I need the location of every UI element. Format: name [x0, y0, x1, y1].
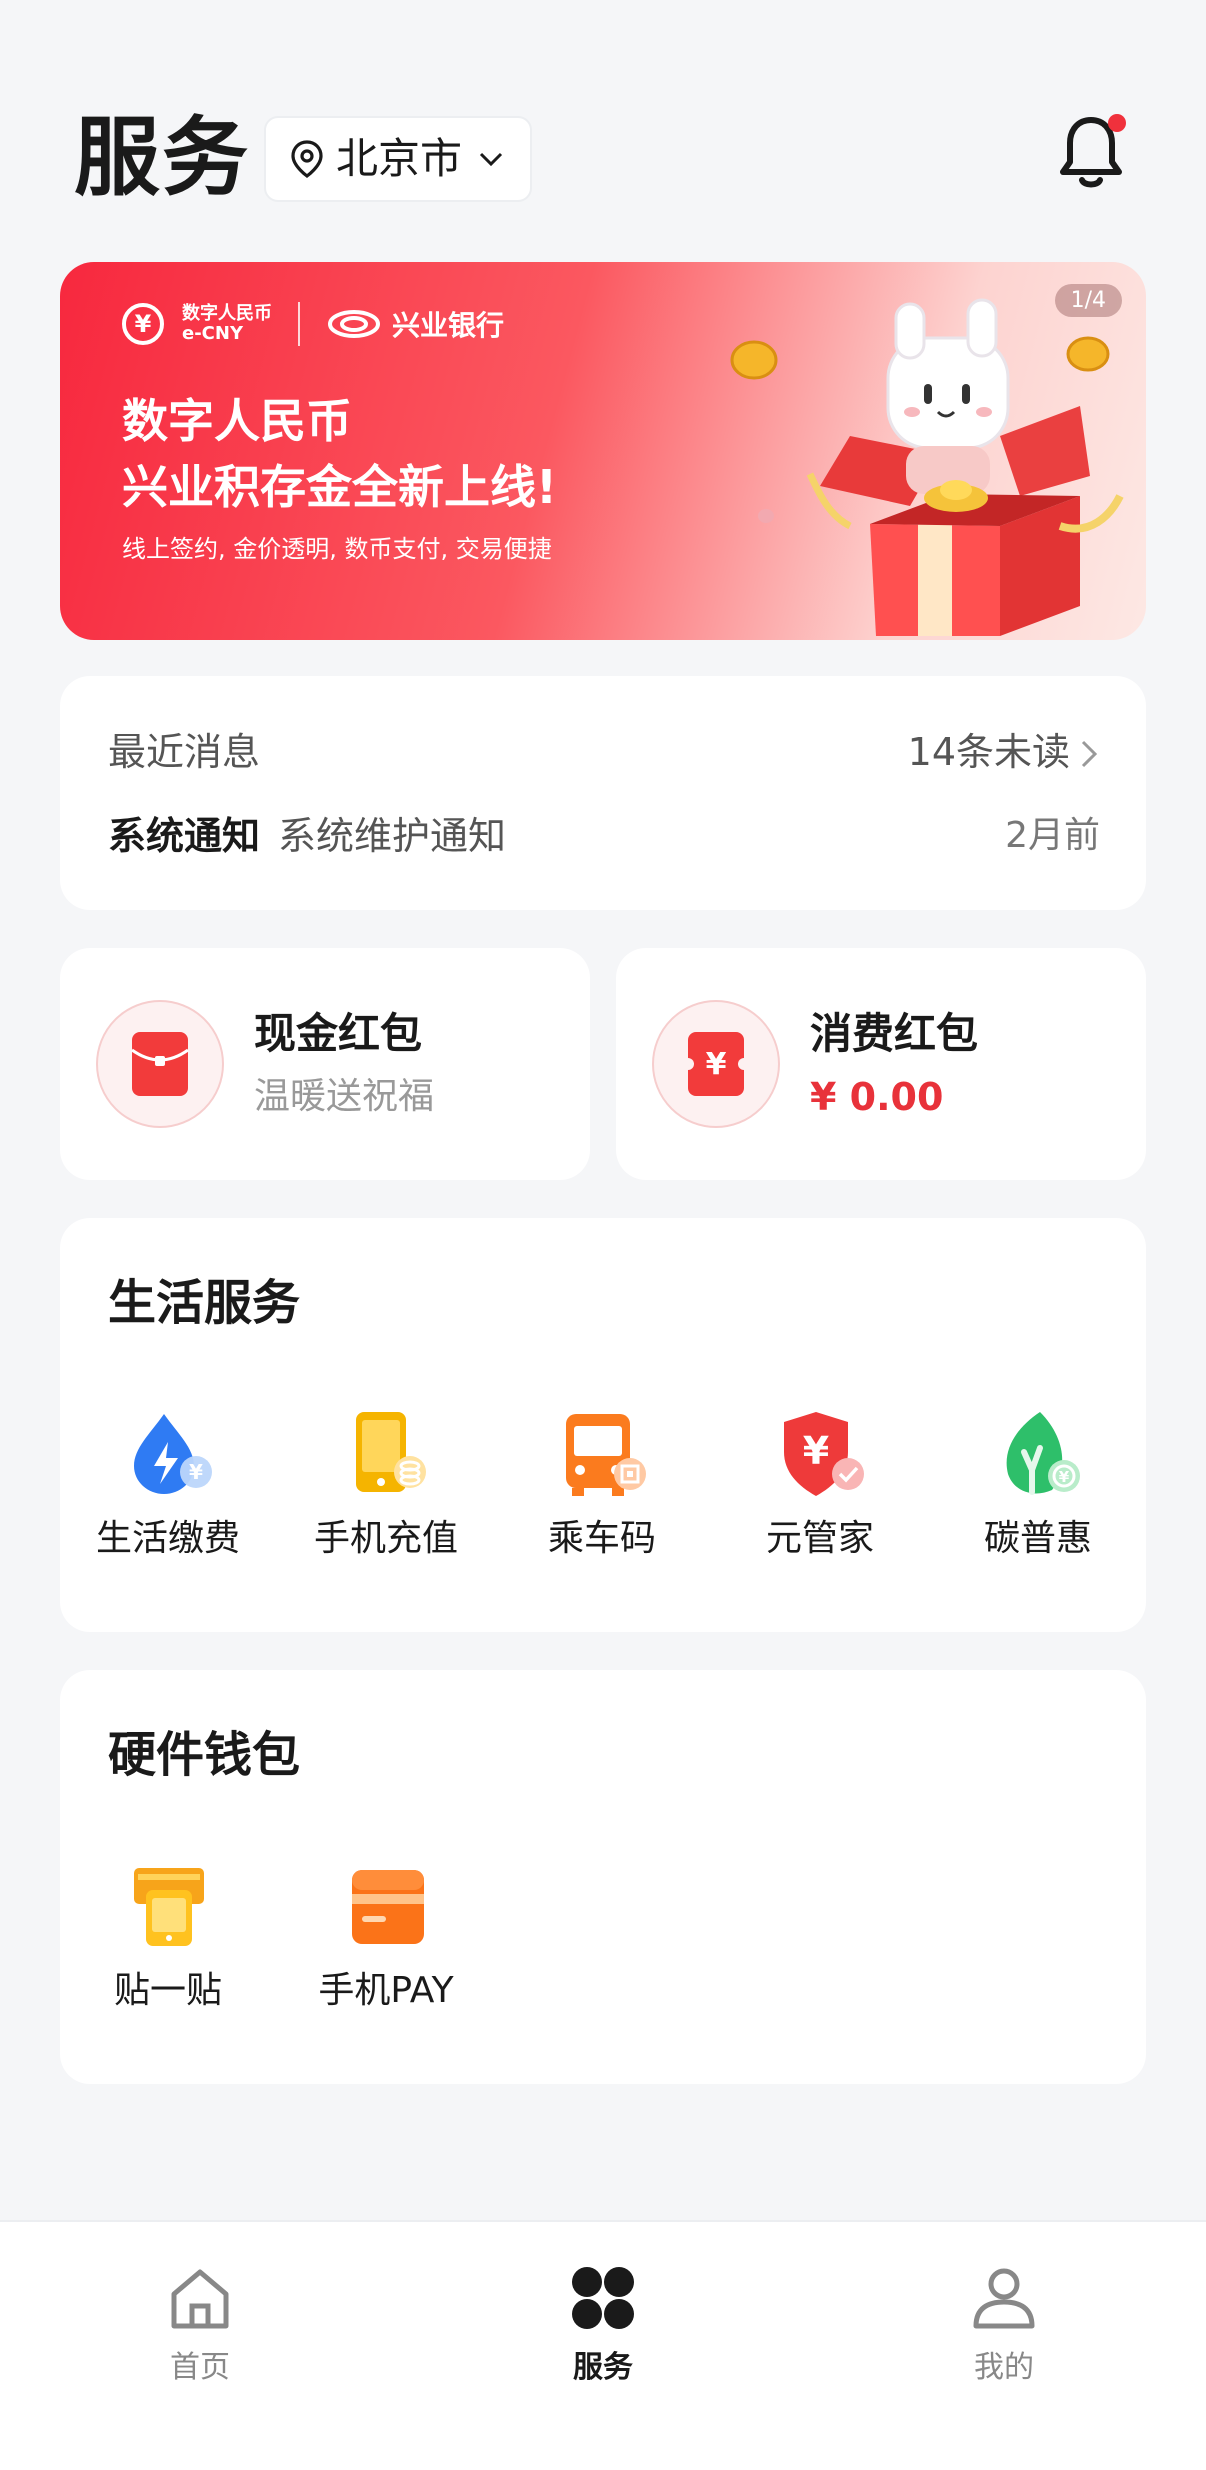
svg-text:¥: ¥ [706, 1047, 727, 1082]
banner-headline-line2: 兴业积存金全新上线! [122, 460, 557, 514]
wallet-label: 贴一贴 [113, 1970, 222, 2011]
wallet-item-phone-pay[interactable]: 手机PAY [286, 1840, 486, 2040]
ecny-brand-en: e-CNY [182, 323, 243, 344]
cash-red-packet-desc: 温暖送祝福 [254, 1076, 435, 1117]
service-label: 生活缴费 [95, 1518, 240, 1559]
ecny-brand-cn: 数字人民币 [182, 303, 272, 324]
tab-profile[interactable]: 我的 [884, 2242, 1124, 2402]
phone-recharge-icon [356, 1412, 426, 1492]
water-bolt-icon: ¥ [134, 1414, 212, 1494]
tab-label: 服务 [573, 2350, 633, 2385]
life-services-title: 生活服务 [108, 1275, 301, 1331]
banner-headline-line1: 数字人民币 [122, 394, 352, 448]
consume-red-packet-card[interactable]: ¥ 消费红包 ¥ 0.00 [616, 948, 1146, 1180]
banner-logos: ¥ 数字人民币 e-CNY 兴业银行 [122, 302, 504, 346]
home-icon [171, 2269, 229, 2329]
logo-divider [298, 302, 300, 346]
life-services-section: 生活服务 ¥ 生活缴费 手机充值 乘车码 ¥ 元管家 ¥ 碳普惠 [60, 1218, 1146, 1632]
page-title: 服务 [74, 108, 250, 208]
service-label: 元管家 [765, 1518, 874, 1559]
message-text: 系统维护通知 [278, 814, 507, 858]
shield-yuan-icon: ¥ [784, 1412, 864, 1496]
tab-label: 我的 [974, 2350, 1034, 2385]
chevron-right-icon[interactable] [1078, 738, 1100, 770]
hardware-wallet-title: 硬件钱包 [108, 1727, 301, 1783]
hardware-wallet-section: 硬件钱包 贴一贴 手机PAY [60, 1670, 1146, 2084]
notification-dot [1108, 114, 1126, 132]
consume-red-packet-amount: ¥ 0.00 [810, 1075, 944, 1119]
svg-text:¥: ¥ [803, 1429, 829, 1473]
banner-headline: 数字人民币 兴业积存金全新上线! [122, 388, 557, 520]
message-type: 系统通知 [108, 814, 261, 858]
bottom-tab-bar: 首页 服务 我的 [0, 2220, 1206, 2470]
service-item-transit-code[interactable]: 乘车码 [502, 1388, 702, 1588]
promo-banner[interactable]: ¥ 数字人民币 e-CNY 兴业银行 数字人民币 兴业积存金全新上线! 线上签约… [60, 262, 1146, 640]
bank-name: 兴业银行 [392, 309, 505, 342]
cash-red-packet-icon [96, 1000, 224, 1128]
banner-subtitle: 线上签约, 金价透明, 数币支付, 交易便捷 [122, 535, 552, 563]
wallet-label: 手机PAY [318, 1970, 454, 2011]
services-grid-icon [572, 2267, 634, 2329]
location-pin-icon [291, 140, 323, 178]
recent-messages-card[interactable]: 最近消息 14条未读 系统通知 系统维护通知 2月前 [60, 676, 1146, 910]
wallet-item-tap[interactable]: 贴一贴 [68, 1840, 268, 2040]
service-item-utilities[interactable]: ¥ 生活缴费 [68, 1388, 268, 1588]
header: 服务 北京市 [0, 0, 1206, 240]
service-label: 手机充值 [313, 1518, 458, 1559]
consume-red-packet-icon: ¥ [652, 1000, 780, 1128]
service-label: 碳普惠 [983, 1518, 1092, 1559]
tab-services[interactable]: 服务 [483, 2242, 723, 2402]
unread-count[interactable]: 14条未读 [908, 724, 1070, 780]
tab-label: 首页 [170, 2350, 230, 2385]
service-item-phone-recharge[interactable]: 手机充值 [286, 1388, 486, 1588]
cash-red-packet-card[interactable]: 现金红包 温暖送祝福 [60, 948, 590, 1180]
city-selector[interactable]: 北京市 [264, 116, 533, 202]
tab-home[interactable]: 首页 [80, 2242, 320, 2402]
mascot-gift-illustration [730, 298, 1124, 636]
bus-icon [566, 1414, 646, 1496]
chevron-down-icon [479, 152, 503, 167]
services-page: 服务 北京市 ¥ 数字人民币 e-CNY 兴业银行 数字人民币 兴业积存金全新上… [0, 0, 1206, 2470]
service-item-yuan-steward[interactable]: ¥ 元管家 [720, 1388, 920, 1588]
cash-red-packet-title: 现金红包 [254, 1009, 423, 1058]
bank-brand: 兴业银行 [326, 304, 504, 344]
leaf-icon: ¥ [1006, 1412, 1080, 1495]
tap-card-icon [134, 1868, 204, 1946]
bank-logo-icon [328, 310, 380, 338]
ecny-brand: 数字人民币 e-CNY [182, 304, 272, 344]
svg-text:¥: ¥ [1059, 1468, 1070, 1486]
city-name: 北京市 [336, 134, 463, 183]
message-time: 2月前 [1005, 815, 1100, 856]
service-label: 乘车码 [547, 1518, 656, 1559]
card-icon [352, 1870, 424, 1944]
svg-text:¥: ¥ [189, 1460, 203, 1484]
service-item-carbon[interactable]: ¥ 碳普惠 [938, 1388, 1138, 1588]
consume-red-packet-title: 消费红包 [810, 1009, 979, 1058]
ecny-logo-icon: ¥ [122, 303, 164, 345]
profile-icon [973, 2268, 1035, 2329]
recent-messages-title: 最近消息 [108, 730, 261, 774]
